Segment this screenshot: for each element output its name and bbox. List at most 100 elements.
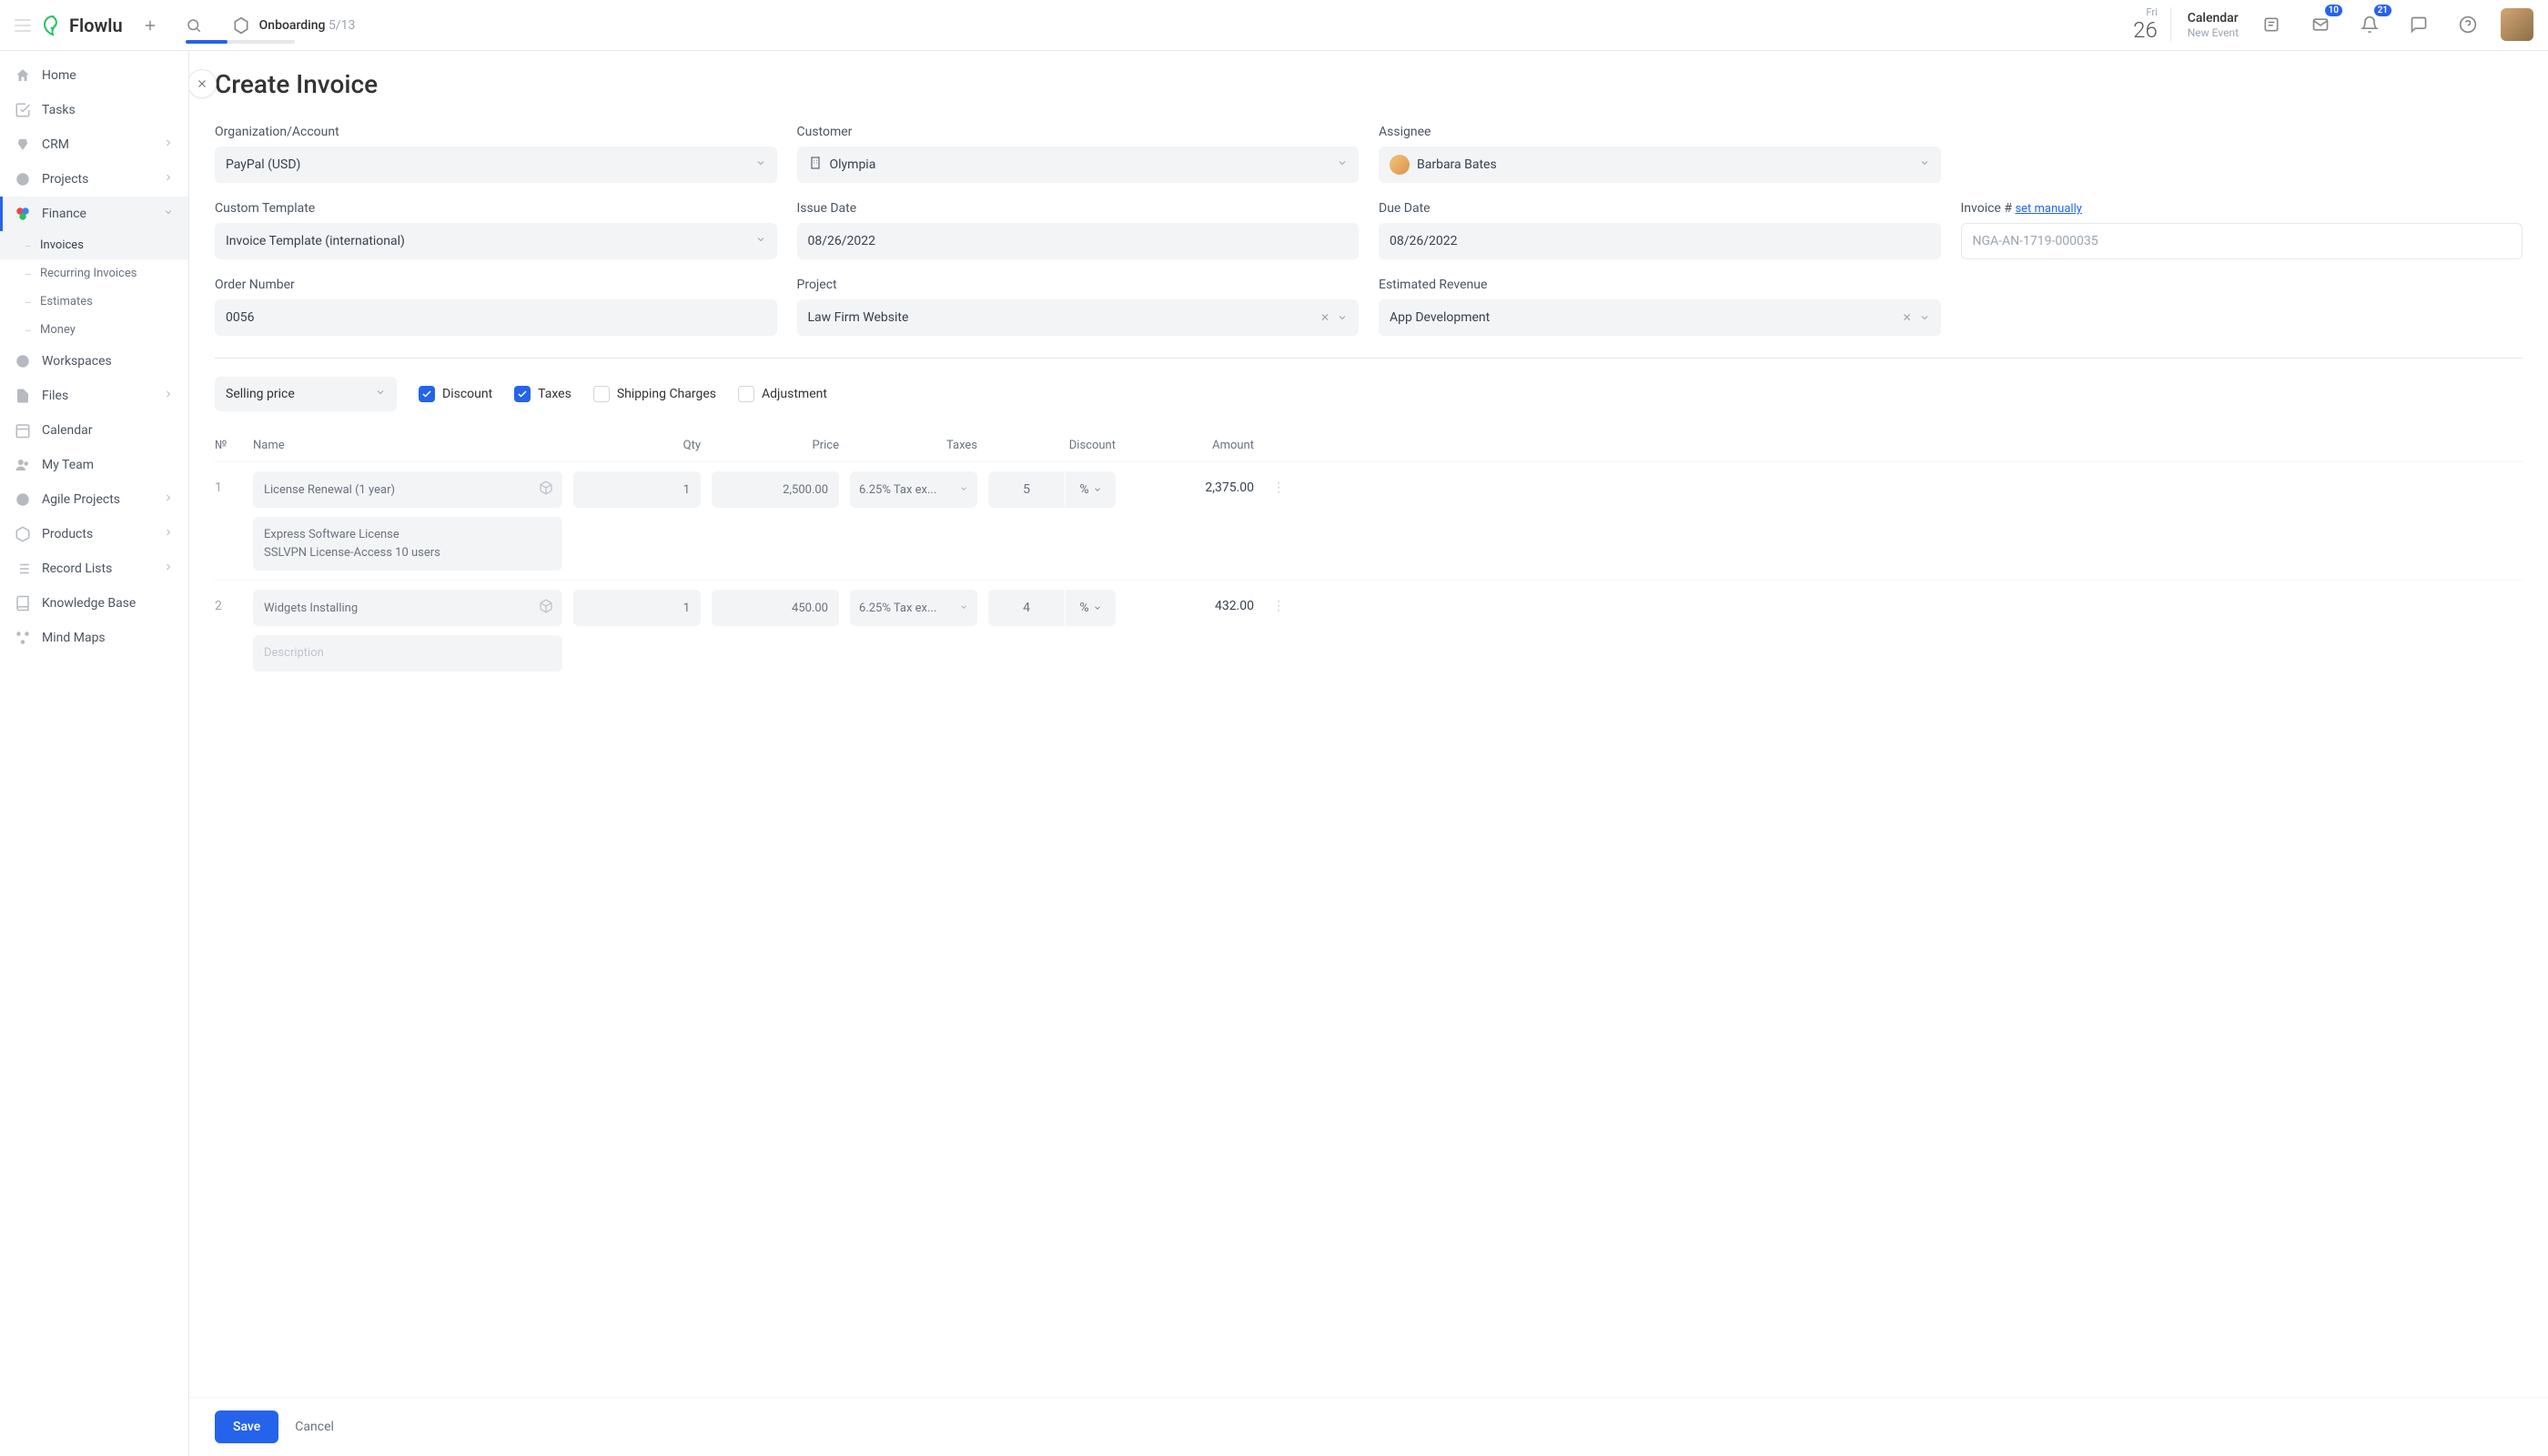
chevron-down-icon — [1919, 312, 1930, 323]
template-label: Custom Template — [215, 201, 777, 216]
date-day: 26 — [2133, 18, 2158, 42]
chevron-icon — [163, 492, 174, 507]
invoice-number-input[interactable]: NGA-AN-1719-000035 — [1961, 223, 2523, 259]
invoice-number-label: Invoice # set manually — [1961, 201, 2523, 216]
discount-value-input[interactable]: 4 — [988, 590, 1065, 626]
nav-icon — [15, 630, 31, 646]
nav-item-agile-projects[interactable]: Agile Projects — [0, 482, 188, 517]
due-date-input[interactable]: 08/26/2022 — [1379, 223, 1941, 259]
nav-item-tasks[interactable]: Tasks — [0, 93, 188, 127]
close-button[interactable] — [189, 69, 217, 98]
price-input[interactable]: 2,500.00 — [712, 471, 839, 508]
brand-logo[interactable]: Flowlu — [42, 15, 123, 36]
chevron-down-icon — [755, 234, 766, 248]
nav-item-mind-maps[interactable]: Mind Maps — [0, 621, 188, 655]
nav-item-calendar[interactable]: Calendar — [0, 413, 188, 448]
org-select[interactable]: PayPal (USD) — [215, 147, 777, 183]
chevron-icon — [163, 172, 174, 187]
amount-value: 2,375.00 — [1127, 471, 1254, 495]
nav-icon — [15, 353, 31, 369]
clear-icon[interactable]: ✕ — [1320, 311, 1330, 324]
item-description-input[interactable]: Express Software License SSLVPN License-… — [253, 517, 562, 571]
onboarding-label: Onboarding — [259, 18, 326, 33]
chevron-down-icon — [959, 483, 968, 497]
item-description-input[interactable]: Description — [253, 635, 562, 672]
nav-icon — [15, 206, 31, 222]
row-number: 1 — [215, 471, 242, 495]
sub-item-estimates[interactable]: Estimates — [0, 288, 188, 316]
building-icon — [808, 156, 823, 174]
row-menu-icon[interactable]: ⋮ — [1265, 590, 1292, 613]
nav-icon — [15, 388, 31, 404]
nav-item-products[interactable]: Products — [0, 517, 188, 551]
price-input[interactable]: 450.00 — [712, 590, 839, 626]
onboarding-progress — [186, 40, 295, 44]
discount-checkbox[interactable]: Discount — [419, 386, 492, 402]
menu-toggle[interactable] — [15, 19, 31, 32]
shipping-checkbox[interactable]: Shipping Charges — [593, 386, 716, 402]
search-button[interactable] — [177, 9, 210, 42]
price-type-select[interactable]: Selling price — [215, 377, 397, 411]
page-title: Create Invoice — [215, 69, 2523, 99]
chevron-down-icon — [1337, 312, 1348, 323]
sub-item-recurring-invoices[interactable]: Recurring Invoices — [0, 259, 188, 288]
adjustment-checkbox[interactable]: Adjustment — [738, 386, 827, 402]
save-button[interactable]: Save — [215, 1410, 278, 1443]
col-amount: Amount — [1127, 439, 1254, 452]
nav-icon — [15, 136, 31, 153]
tax-select[interactable]: 6.25% Tax ex... — [850, 471, 977, 508]
chevron-icon — [163, 561, 174, 576]
chevron-down-icon — [755, 157, 766, 172]
clear-icon[interactable]: ✕ — [1902, 311, 1911, 324]
sub-item-invoices[interactable]: Invoices — [0, 231, 188, 259]
cancel-button[interactable]: Cancel — [295, 1420, 334, 1434]
tax-select[interactable]: 6.25% Tax ex... — [850, 590, 977, 626]
qty-input[interactable]: 1 — [573, 590, 701, 626]
item-name-input[interactable]: License Renewal (1 year) — [253, 471, 562, 508]
col-discount: Discount — [988, 439, 1116, 452]
set-manually-link[interactable]: set manually — [2015, 202, 2081, 216]
taxes-checkbox[interactable]: Taxes — [514, 386, 571, 402]
nav-item-knowledge-base[interactable]: Knowledge Base — [0, 586, 188, 621]
nav-item-projects[interactable]: Projects — [0, 162, 188, 197]
nav-item-record-lists[interactable]: Record Lists — [0, 551, 188, 586]
discount-unit-select[interactable]: % — [1065, 590, 1116, 626]
cube-icon — [539, 599, 553, 617]
assignee-select[interactable]: Barbara Bates — [1379, 147, 1941, 183]
customer-select[interactable]: Olympia — [797, 147, 1360, 183]
nav-item-files[interactable]: Files — [0, 379, 188, 413]
notes-icon[interactable] — [2255, 8, 2288, 41]
discount-unit-select[interactable]: % — [1065, 471, 1116, 508]
checkbox-icon — [593, 386, 610, 402]
user-avatar[interactable] — [2501, 8, 2533, 41]
mail-icon[interactable]: 10 — [2304, 8, 2337, 41]
issue-date-input[interactable]: 08/26/2022 — [797, 223, 1360, 259]
nav-item-workspaces[interactable]: Workspaces — [0, 344, 188, 379]
onboarding-widget[interactable]: Onboarding 5/13 — [232, 16, 356, 35]
item-name-input[interactable]: Widgets Installing — [253, 590, 562, 626]
order-number-label: Order Number — [215, 278, 777, 292]
nav-icon — [15, 526, 31, 542]
template-select[interactable]: Invoice Template (international) — [215, 223, 777, 259]
row-menu-icon[interactable]: ⋮ — [1265, 471, 1292, 495]
calendar-widget[interactable]: Calendar New Event — [2188, 10, 2239, 41]
nav-item-home[interactable]: Home — [0, 58, 188, 93]
discount-value-input[interactable]: 5 — [988, 471, 1065, 508]
sub-item-money[interactable]: Money — [0, 316, 188, 344]
nav-item-my-team[interactable]: My Team — [0, 448, 188, 482]
calendar-title: Calendar — [2188, 10, 2239, 26]
nav-item-finance[interactable]: Finance — [0, 197, 188, 231]
nav-icon — [15, 561, 31, 577]
add-button[interactable] — [134, 9, 167, 42]
help-icon[interactable] — [2452, 8, 2484, 41]
bell-icon[interactable]: 21 — [2353, 8, 2386, 41]
qty-input[interactable]: 1 — [573, 471, 701, 508]
chat-icon[interactable] — [2402, 8, 2435, 41]
date-widget[interactable]: Fri 26 — [2133, 7, 2171, 42]
project-select[interactable]: Law Firm Website ✕ — [797, 299, 1360, 336]
order-number-input[interactable]: 0056 — [215, 299, 777, 336]
row-number: 2 — [215, 590, 242, 613]
nav-item-crm[interactable]: CRM — [0, 127, 188, 162]
table-row: 2 Widgets Installing Description 1 450.00 6.2… — [215, 580, 2523, 681]
revenue-select[interactable]: App Development ✕ — [1379, 299, 1941, 336]
